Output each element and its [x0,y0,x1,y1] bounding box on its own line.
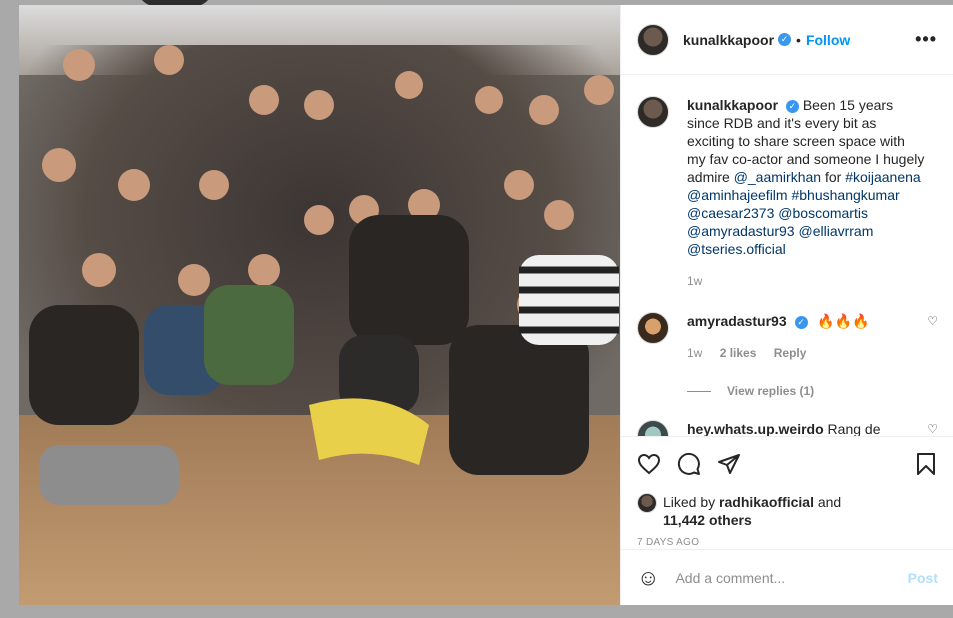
photo-people-illustration [29,45,619,505]
post-actions: Liked by radhikaofficial and 11,442 othe… [621,436,953,548]
like-comment-heart-icon[interactable]: ♡ [927,420,938,436]
more-options-icon[interactable]: ••• [915,29,937,50]
comment-input[interactable] [675,569,908,586]
caption-age: 1w [687,274,703,288]
like-heart-icon[interactable] [637,452,661,476]
liked-by-user[interactable]: radhikaofficial [719,494,814,510]
comment-item: amyradastur93 ✓ 🔥🔥🔥 1w 2 likes Reply ♡ [637,312,938,362]
comment-age: 1w [687,346,703,360]
likes-count[interactable]: 11,442 others [663,512,752,528]
view-replies-button[interactable]: View replies (1) [687,384,938,398]
like-comment-heart-icon[interactable]: ♡ [927,312,938,362]
commenter-username[interactable]: amyradastur93 [687,313,787,329]
liked-by: Liked by radhikaofficial and 11,442 othe… [637,493,938,529]
separator-dot: • [796,31,801,48]
caption-avatar[interactable] [637,96,669,128]
caption-text-for: for [821,169,846,185]
post-side-panel: kunalkkapoor ✓ • Follow ••• kunalkkapoor… [620,5,953,605]
verified-icon: ✓ [785,99,799,113]
commenter-avatar[interactable] [637,312,669,344]
add-comment-bar: ☺ Post [621,549,953,605]
mention-link[interactable]: @caesar2373 [687,205,774,221]
caption-username[interactable]: kunalkkapoor [687,97,778,113]
emoji-smile-icon[interactable]: ☺ [637,565,659,591]
comment-item: hey.whats.up.weirdo Rang de ♡ [637,420,938,436]
save-bookmark-icon[interactable] [914,452,938,476]
author-username[interactable]: kunalkkapoor [683,32,774,48]
comment-icon[interactable] [677,452,701,476]
comment-likes[interactable]: 2 likes [720,346,757,360]
liker-avatar[interactable] [637,493,657,513]
hashtag-link[interactable]: #bhushangkumar [791,187,899,203]
comment-text: Rang de [827,421,881,436]
verified-icon: ✓ [794,315,808,329]
mention-link[interactable]: @aminhajeefilm [687,187,788,203]
post-comment-button[interactable]: Post [908,570,938,586]
view-replies-label: View replies (1) [727,384,815,398]
hashtag-link[interactable]: #koijaanena [845,169,921,185]
reply-button[interactable]: Reply [774,346,807,360]
mention-link[interactable]: @amyradastur93 [687,223,795,239]
post-timestamp[interactable]: 7 DAYS AGO [637,537,938,548]
caption: kunalkkapoor ✓ Been 15 years since RDB a… [637,96,938,290]
mention-link[interactable]: @_aamirkhan [734,169,821,185]
post-header: kunalkkapoor ✓ • Follow ••• [621,5,953,75]
share-icon[interactable] [717,452,741,476]
verified-icon: ✓ [778,33,792,46]
commenter-avatar[interactable] [637,420,669,436]
commenter-username[interactable]: hey.whats.up.weirdo [687,421,824,436]
author-avatar[interactable] [637,23,669,56]
replies-divider [687,390,711,392]
mention-link[interactable]: @tseries.official [687,241,786,257]
post-photo[interactable] [19,5,620,605]
liked-by-prefix: Liked by [663,494,720,510]
liked-by-and: and [813,494,842,510]
comment-text: 🔥🔥🔥 [817,313,870,329]
comments-section[interactable]: kunalkkapoor ✓ Been 15 years since RDB a… [621,76,953,436]
follow-button[interactable]: Follow [806,32,850,48]
mention-link[interactable]: @boscomartis [778,205,868,221]
mention-link[interactable]: @elliavrram [798,223,873,239]
